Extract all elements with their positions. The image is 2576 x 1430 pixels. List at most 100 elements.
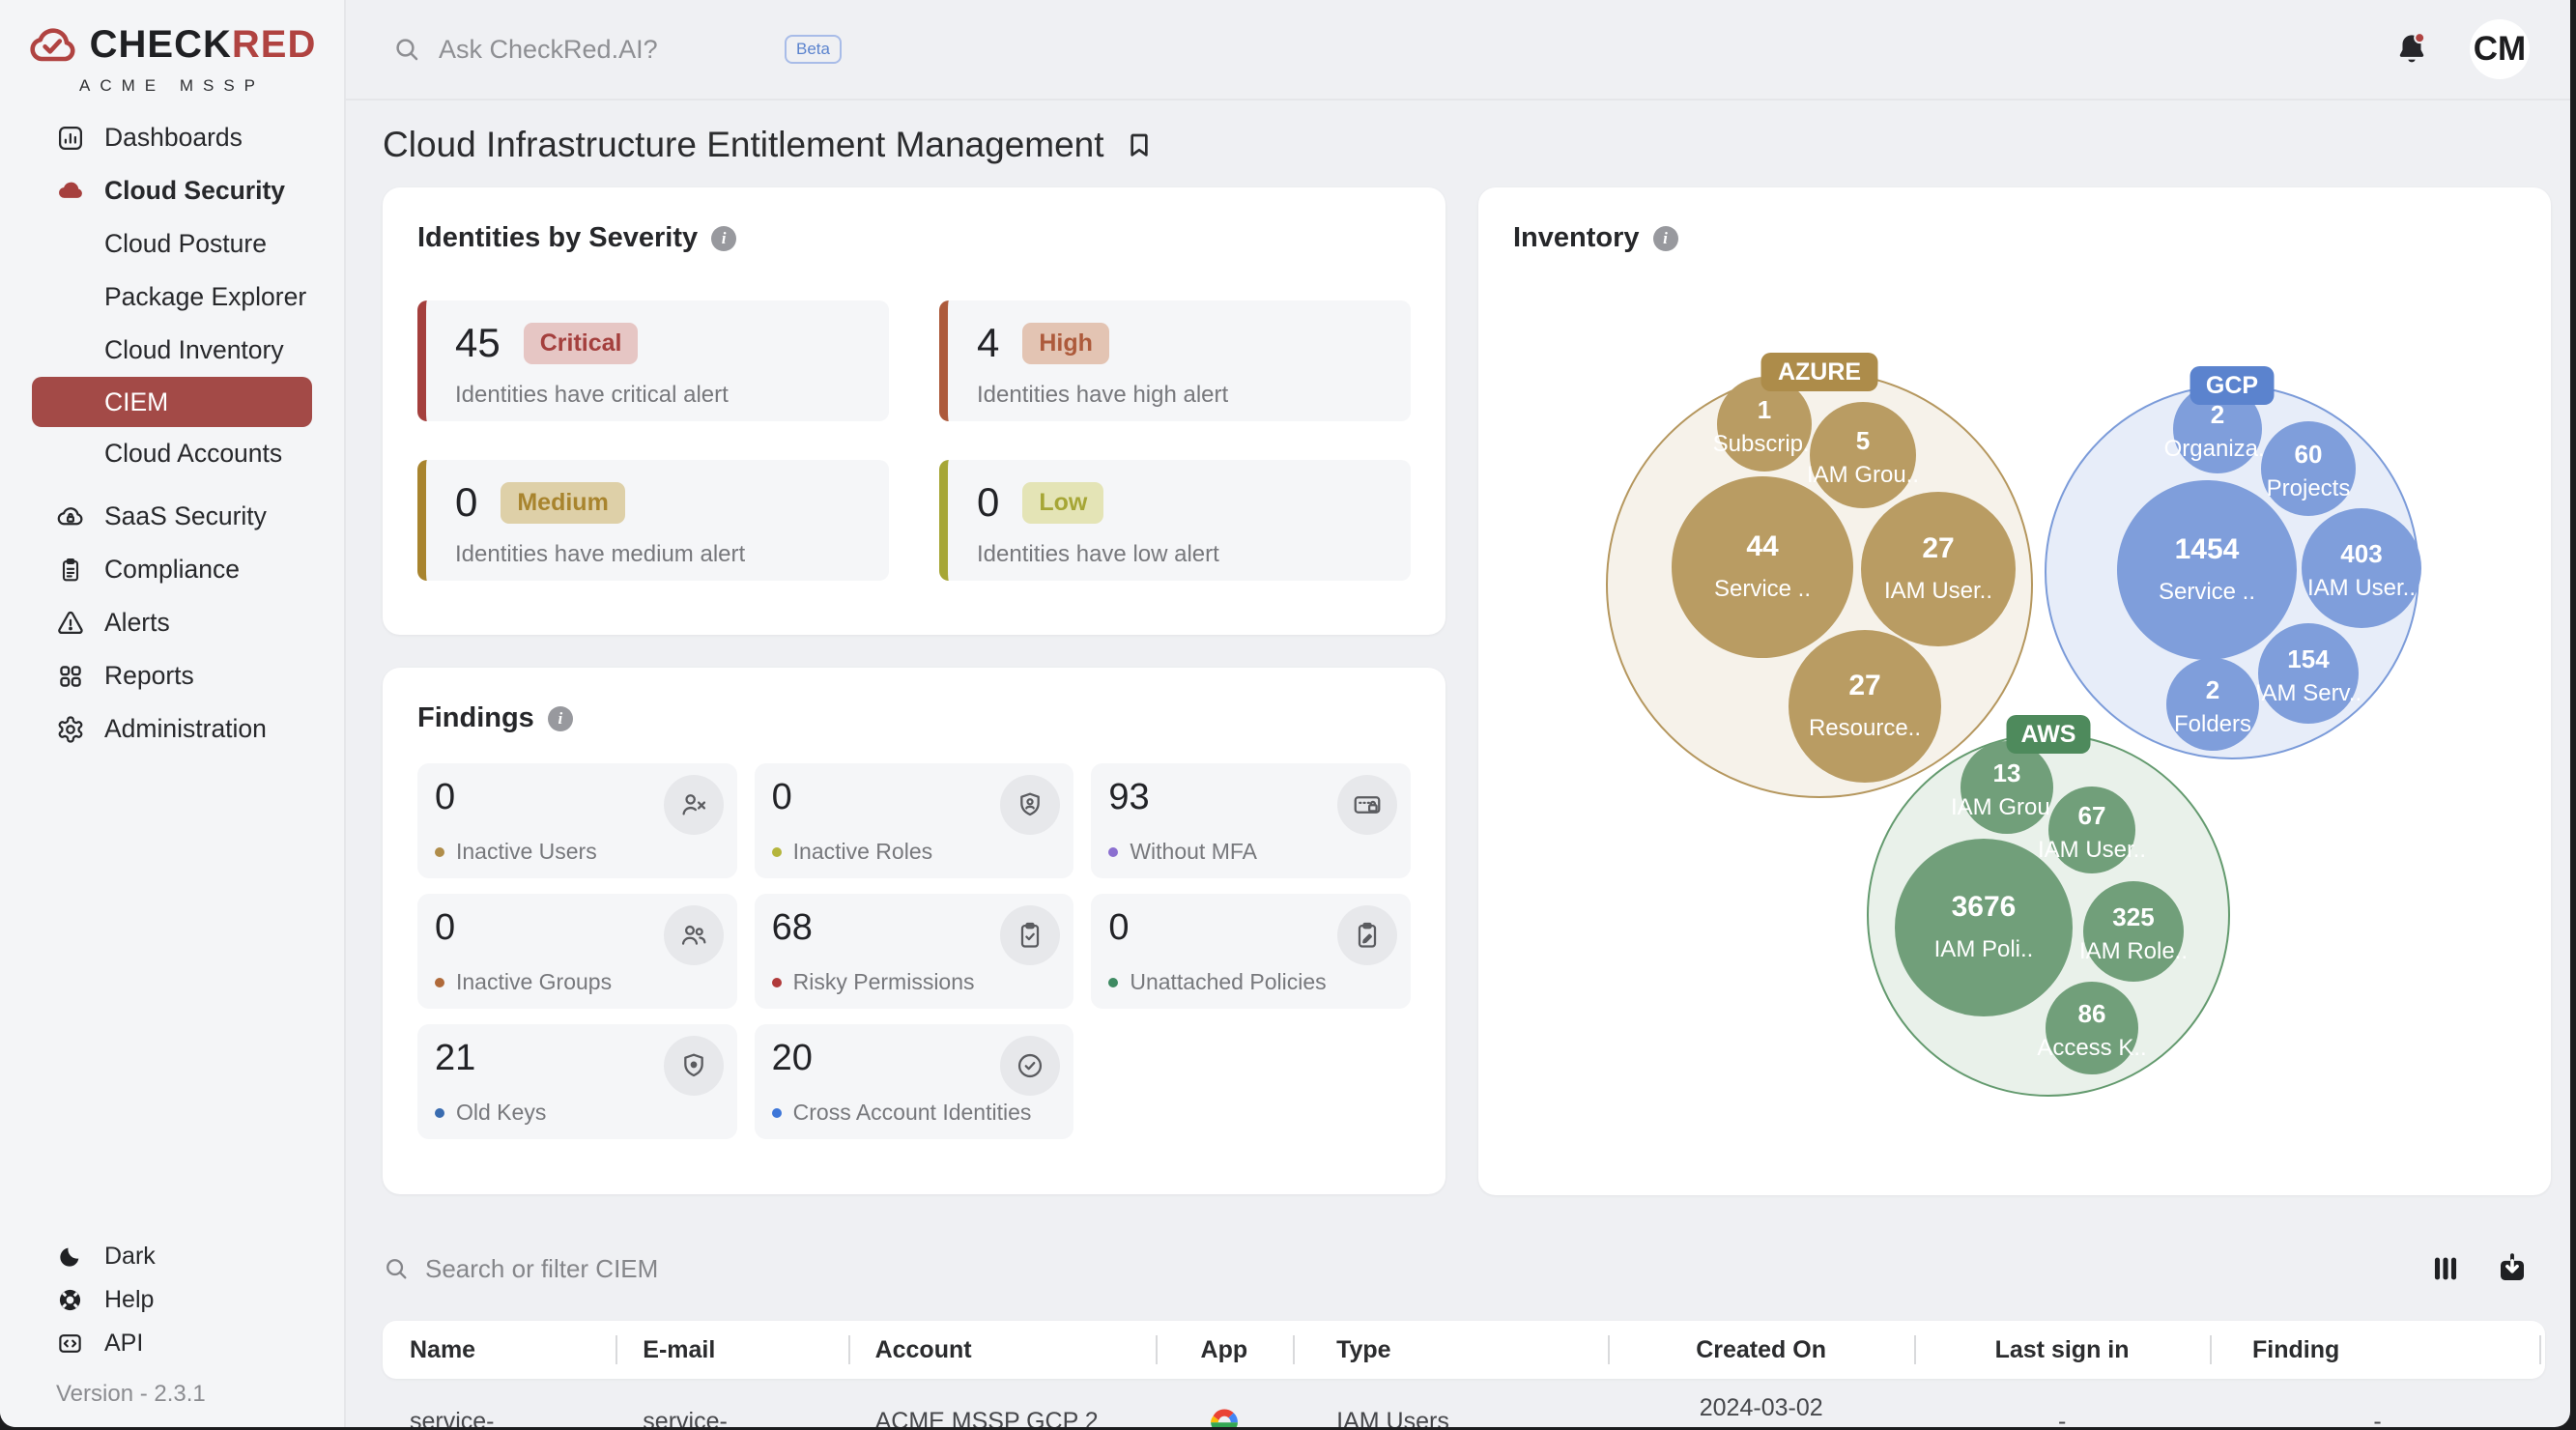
finding-tile-old-keys[interactable]: 21 Old Keys (417, 1024, 737, 1139)
severity-description: Identities have critical alert (455, 382, 889, 409)
severity-card-medium[interactable]: 0 Medium Identities have medium alert (417, 460, 889, 581)
brand-name: CHECKRED (90, 23, 317, 67)
severity-description: Identities have high alert (977, 382, 1411, 409)
column-header-app[interactable]: App (1156, 1321, 1294, 1379)
bubble-value: 154 (2287, 644, 2330, 673)
cluster-aws: 13IAM Grou..67IAM User..3676IAM Poli..32… (1868, 715, 2229, 1096)
columns-icon[interactable] (2429, 1252, 2462, 1285)
bubble-value: 44 (1746, 530, 1779, 562)
info-icon[interactable]: i (1653, 226, 1678, 251)
grid-icon (56, 662, 85, 691)
bookmark-icon[interactable] (1124, 129, 1155, 160)
finding-tile-without-mfa[interactable]: 93 (1091, 763, 1411, 878)
bubble-label: Projects (2267, 475, 2351, 501)
severity-card-critical[interactable]: 45 Critical Identities have critical ale… (417, 300, 889, 421)
badge-check-icon (1000, 1036, 1060, 1096)
sidebar-item-package-explorer[interactable]: Package Explorer (0, 271, 344, 324)
bubble-value: 86 (2078, 999, 2106, 1028)
severity-card-high[interactable]: 4 High Identities have high alert (939, 300, 1411, 421)
sidebar: CHECKRED ACME MSSP Dashboards (0, 0, 346, 1427)
notifications-bell-icon[interactable] (2392, 30, 2431, 69)
bubble-gcp[interactable] (2261, 421, 2356, 516)
sidebar-item-dashboards[interactable]: Dashboards (0, 111, 344, 164)
org-name: ACME MSSP (79, 76, 265, 96)
column-header-last-sign-in[interactable]: Last sign in (1914, 1321, 2210, 1379)
severity-count: 0 (455, 479, 477, 526)
bubble-value: 3676 (1952, 891, 2017, 923)
bubble-value: 13 (1993, 758, 2021, 787)
finding-tile-inactive-groups[interactable]: 0 Inactive Groups (417, 894, 737, 1009)
sidebar-item-cloud-posture[interactable]: Cloud Posture (0, 217, 344, 271)
column-header-finding[interactable]: Finding (2210, 1321, 2545, 1379)
cloud-lock-icon (56, 502, 85, 531)
sidebar-item-reports[interactable]: Reports (0, 649, 344, 702)
column-header-name[interactable]: Name (383, 1321, 615, 1379)
sidebar-item-alerts[interactable]: Alerts (0, 596, 344, 649)
bubble-gcp[interactable] (2258, 623, 2359, 724)
table-row[interactable]: service-50905140726 service-5090514072 A… (383, 1394, 2545, 1427)
bubble-azure[interactable] (1789, 630, 1941, 783)
bubble-label: IAM User.. (2307, 575, 2416, 601)
ai-search: Beta (392, 34, 842, 66)
clipboard-edit-icon (1337, 905, 1397, 965)
sidebar-item-cloud-accounts[interactable]: Cloud Accounts (0, 427, 344, 480)
dark-mode-toggle[interactable]: Dark (0, 1235, 344, 1278)
sidebar-item-administration[interactable]: Administration (0, 702, 344, 756)
mfa-card-lock-icon (1337, 775, 1397, 835)
bubble-aws[interactable] (2083, 881, 2184, 982)
severity-count: 45 (455, 320, 501, 366)
download-icon[interactable] (2495, 1251, 2530, 1286)
column-header-created-on[interactable]: Created On (1608, 1321, 1914, 1379)
severity-card-low[interactable]: 0 Low Identities have low alert (939, 460, 1411, 581)
bubble-label: IAM Role.. (2079, 938, 2188, 964)
user-avatar[interactable]: CM (2470, 19, 2530, 79)
brand-logo[interactable]: CHECKRED ACME MSSP (0, 0, 344, 96)
severity-badge: Critical (524, 323, 639, 364)
api-button[interactable]: API (0, 1322, 344, 1365)
version-label: Version - 2.3.1 (0, 1365, 344, 1427)
cluster-azure: 1Subscrip..5IAM Grou..44Service ..27IAM … (1607, 353, 2032, 797)
code-brackets-icon (56, 1330, 83, 1358)
table-filter-input[interactable] (423, 1253, 1007, 1285)
bubble-gcp[interactable] (2302, 508, 2421, 628)
info-icon[interactable]: i (548, 706, 573, 731)
shield-dot-icon (664, 1036, 724, 1096)
column-header-account[interactable]: Account (848, 1321, 1156, 1379)
finding-tile-risky-permissions[interactable]: 68 Risky Pe (755, 894, 1074, 1009)
sidebar-item-saas-security[interactable]: SaaS Security (0, 490, 344, 543)
gear-icon (56, 715, 85, 744)
bubble-azure[interactable] (1810, 402, 1916, 508)
finding-tile-inactive-users[interactable]: 0 Inactive Users (417, 763, 737, 878)
sidebar-footer: Dark Help (0, 1235, 344, 1427)
finding-tile-cross-account-identities[interactable]: 20 Cross Account Identities (755, 1024, 1074, 1139)
bubble-value: 5 (1856, 426, 1870, 455)
finding-tile-unattached-policies[interactable]: 0 Unattache (1091, 894, 1411, 1009)
severity-badge: Low (1022, 482, 1103, 524)
bubble-value: 2 (2206, 675, 2219, 704)
bubble-azure[interactable] (1672, 476, 1853, 658)
category-dot (435, 847, 444, 857)
bubble-value: 27 (1922, 532, 1954, 564)
column-header-email[interactable]: E-mail (615, 1321, 847, 1379)
sidebar-item-cloud-security[interactable]: Cloud Security (0, 164, 344, 217)
bubble-azure[interactable] (1861, 492, 2016, 646)
help-button[interactable]: Help (0, 1278, 344, 1322)
bubble-label: Resource.. (1809, 715, 1921, 741)
column-header-type[interactable]: Type (1293, 1321, 1608, 1379)
finding-tile-inactive-roles[interactable]: 0 Inactive Roles (755, 763, 1074, 878)
sidebar-item-ciem[interactable]: CIEM (32, 377, 312, 427)
bubble-gcp[interactable] (2117, 480, 2297, 660)
category-dot (772, 847, 782, 857)
category-dot (772, 978, 782, 987)
bubble-label: IAM Grou.. (1807, 462, 1919, 488)
sidebar-item-cloud-inventory[interactable]: Cloud Inventory (0, 324, 344, 377)
bubble-aws[interactable] (1895, 839, 2073, 1016)
ask-checkred-ai-input[interactable] (437, 34, 769, 66)
bubble-label: Organiza.. (2164, 436, 2272, 462)
category-dot (1108, 847, 1118, 857)
beta-badge: Beta (785, 35, 842, 64)
checkred-cloud-logo-icon (28, 24, 78, 67)
app-window: CHECKRED ACME MSSP Dashboards (0, 0, 2570, 1427)
info-icon[interactable]: i (711, 226, 736, 251)
sidebar-item-compliance[interactable]: Compliance (0, 543, 344, 596)
